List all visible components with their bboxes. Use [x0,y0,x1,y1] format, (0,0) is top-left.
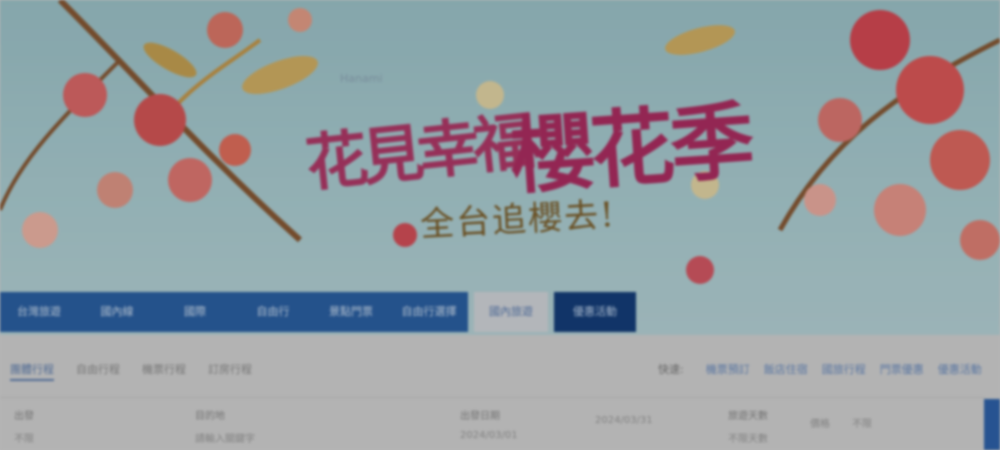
quick-links-label: 快速: [658,363,684,376]
days-select[interactable]: 不限天數 [728,430,768,445]
destination-input[interactable]: 請輸入關鍵字 [195,430,255,445]
price-field[interactable]: 價格 [810,407,830,430]
headline-subtitle: 全台追櫻去! [419,194,617,246]
departure-label: 出發 [14,411,34,422]
nav-item-6[interactable]: 自由行選擇 [390,292,468,332]
price-range-select[interactable]: 不限 [852,415,872,430]
end-date-input[interactable]: 2024/03/31 [595,415,653,426]
nav-item-4[interactable]: 自由行 [234,292,312,332]
start-date-field[interactable]: 出發日期 2024/03/01 [460,407,518,441]
tab-hotel[interactable]: 訂房行程 [208,361,252,381]
headline-prefix: 花見幸福 [302,104,533,201]
start-date-input[interactable]: 2024/03/01 [460,430,518,441]
date-label: 出發日期 [460,411,500,422]
campaign-headline: Hanami 花見幸福 櫻花季 全台追櫻去! [300,60,780,250]
destination-label: 目的地 [195,411,225,422]
nav-item-5[interactable]: 景點門票 [312,292,390,332]
nav-item-3[interactable]: 國際 [156,292,234,332]
departure-value[interactable]: 不限 [14,430,34,445]
hero-banner[interactable]: Hanami 花見幸福 櫻花季 全台追櫻去! 台灣旅遊 國內線 國際 自由行 景… [0,0,1000,335]
price-range-field[interactable]: 不限 [852,407,872,430]
departure-field[interactable]: 出發 不限 [14,407,34,445]
quick-links: 快速: 機票預訂 飯店住宿 國旅行程 門票優惠 優惠活動 [658,361,982,377]
promo-nav-button[interactable]: 優惠活動 [554,292,636,332]
nav-item-1[interactable]: 台灣旅遊 [0,292,78,332]
divider [0,397,985,398]
page: Hanami 花見幸福 櫻花季 全台追櫻去! 台灣旅遊 國內線 國際 自由行 景… [0,0,1000,450]
quick-link-3[interactable]: 國旅行程 [822,361,866,377]
quick-link-5[interactable]: 優惠活動 [938,361,982,377]
quick-link-1[interactable]: 機票預訂 [706,361,750,377]
search-tabs: 團體行程 自由行程 機票行程 訂房行程 [10,361,252,381]
tab-group-tour[interactable]: 團體行程 [10,361,54,381]
end-date-field[interactable]: 2024/03/31 [595,407,653,426]
nav-item-2[interactable]: 國內線 [78,292,156,332]
headline-english: Hanami [340,72,383,85]
search-panel: 團體行程 自由行程 機票行程 訂房行程 快速: 機票預訂 飯店住宿 國旅行程 門… [0,335,1000,450]
tab-free-tour[interactable]: 自由行程 [76,361,120,381]
price-select[interactable]: 價格 [810,415,830,430]
days-label: 旅遊天數 [728,411,768,422]
nav-bar: 台灣旅遊 國內線 國際 自由行 景點門票 自由行選擇 [0,292,468,332]
days-field[interactable]: 旅遊天數 不限天數 [728,407,768,445]
destination-field[interactable]: 目的地 請輸入關鍵字 [195,407,255,445]
tab-flight[interactable]: 機票行程 [142,361,186,381]
search-button[interactable] [984,399,1000,450]
main-nav: 台灣旅遊 國內線 國際 自由行 景點門票 自由行選擇 國內旅遊 優惠活動 [0,292,638,332]
quick-link-4[interactable]: 門票優惠 [880,361,924,377]
nav-item-active[interactable]: 國內旅遊 [474,292,548,332]
quick-link-2[interactable]: 飯店住宿 [764,361,808,377]
